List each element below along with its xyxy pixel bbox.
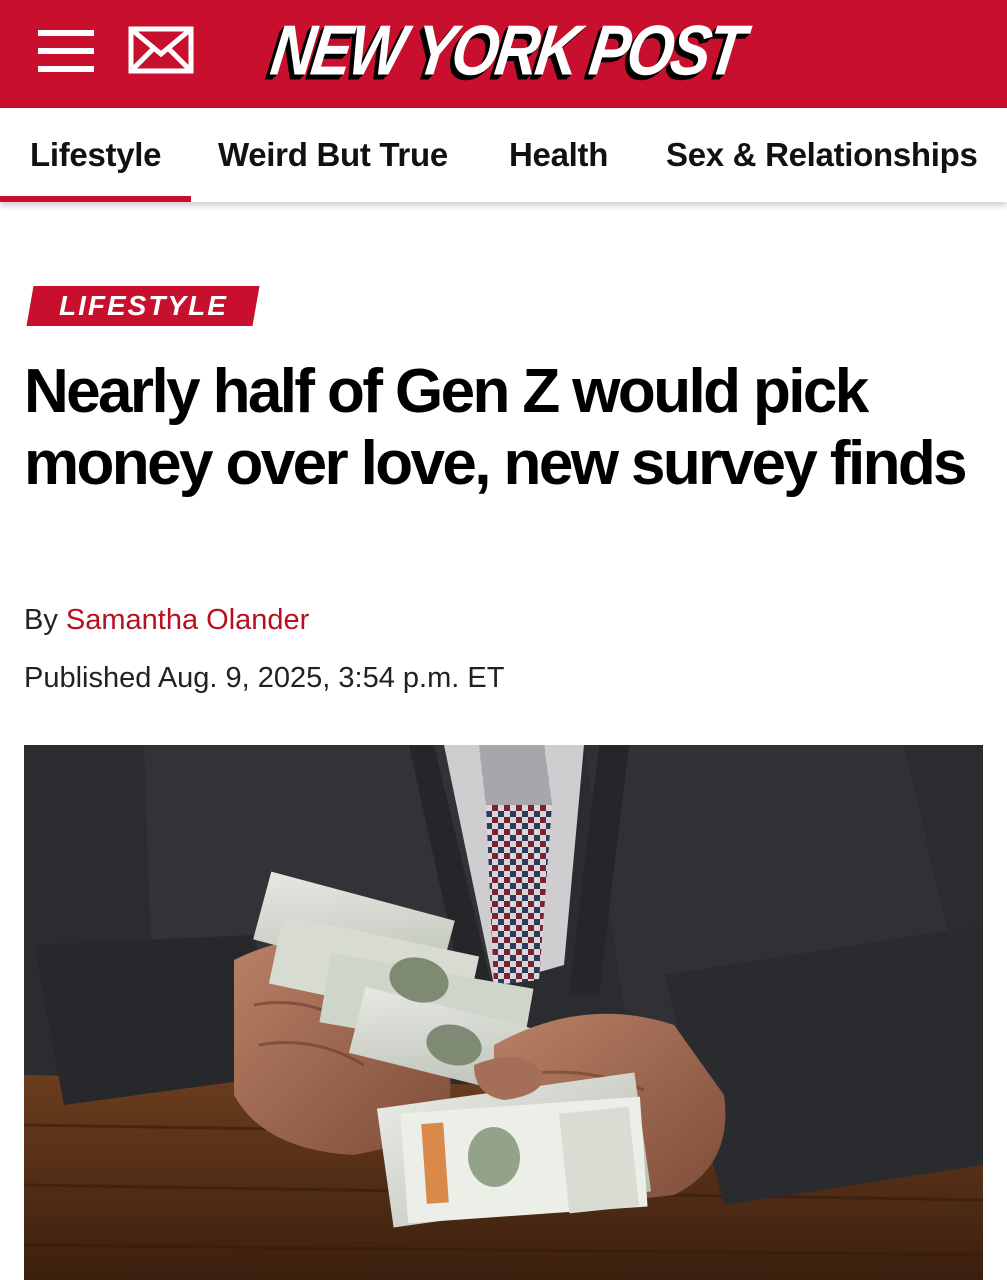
hero-image: [24, 745, 983, 1280]
published-date: Published Aug. 9, 2025, 3:54 p.m. ET: [24, 662, 505, 694]
byline: By Samantha Olander: [24, 604, 309, 637]
mail-icon[interactable]: [128, 26, 194, 74]
nav-item-lifestyle[interactable]: Lifestyle: [0, 108, 192, 202]
nav-item-sex-relationships[interactable]: Sex & Relationships: [666, 108, 978, 202]
site-logo[interactable]: NEW YORK POST: [262, 8, 752, 92]
category-label: LIFESTYLE: [58, 290, 228, 321]
nav-item-health[interactable]: Health: [509, 108, 608, 202]
article-headline: Nearly half of Gen Z would pick money ov…: [24, 357, 968, 498]
hero-photo-illustration: [24, 745, 983, 1280]
byline-prefix: By: [24, 604, 58, 636]
logo-text: NEW YORK POST: [266, 10, 748, 90]
author-link[interactable]: Samantha Olander: [66, 604, 309, 636]
hamburger-menu-icon[interactable]: [38, 28, 94, 74]
category-badge[interactable]: LIFESTYLE: [26, 286, 260, 326]
nav-item-weird-but-true[interactable]: Weird But True: [218, 108, 448, 202]
site-header: NEW YORK POST: [0, 0, 1007, 108]
section-nav: Lifestyle Weird But True Health Sex & Re…: [0, 108, 1007, 202]
